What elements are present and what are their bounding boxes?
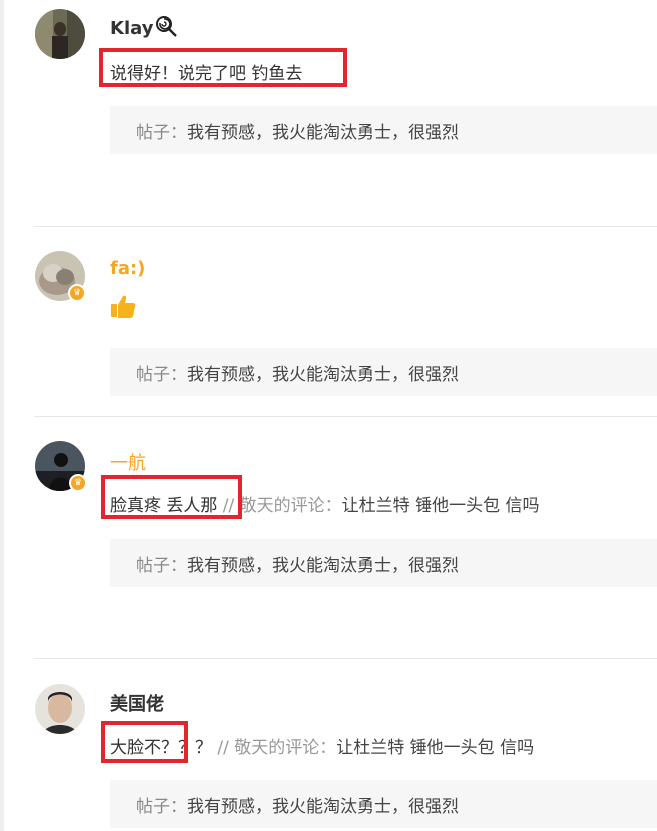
vip-badge-icon: ♛ (69, 474, 87, 492)
lollipop-icon (155, 15, 178, 42)
post-prefix: 帖子： (136, 365, 187, 385)
post-reference[interactable]: 帖子：我有预感，我火能淘汰勇士，很强烈 (110, 539, 657, 587)
avatar[interactable] (35, 684, 85, 734)
divider (34, 226, 657, 227)
reply-text: 让杜兰特 锤他一头包 信吗 (341, 496, 540, 516)
reply-author[interactable]: 敬天的评论： (234, 738, 336, 758)
divider (34, 658, 657, 659)
reply-text: 让杜兰特 锤他一头包 信吗 (336, 738, 535, 758)
avatar[interactable] (35, 9, 85, 59)
post-title[interactable]: 我有预感，我火能淘汰勇士，很强烈 (187, 556, 459, 576)
username[interactable]: 一航 (110, 449, 146, 475)
highlight-box (101, 475, 242, 519)
username[interactable]: fa:) (110, 258, 145, 279)
post-title[interactable]: 我有预感，我火能淘汰勇士，很强烈 (187, 797, 459, 817)
highlight-box (99, 48, 347, 87)
username[interactable]: Klay (110, 15, 178, 42)
post-prefix: 帖子： (136, 797, 187, 817)
post-title[interactable]: 我有预感，我火能淘汰勇士，很强烈 (187, 365, 459, 385)
thumbs-up-emoji-icon (110, 293, 136, 324)
reply-author[interactable]: 敬天的评论： (240, 496, 342, 516)
left-border (0, 0, 4, 831)
reply-separator: // (212, 738, 235, 758)
highlight-box (101, 721, 188, 763)
vip-badge-icon: ♛ (68, 284, 86, 302)
post-title[interactable]: 我有预感，我火能淘汰勇士，很强烈 (187, 123, 459, 143)
post-reference[interactable]: 帖子：我有预感，我火能淘汰勇士，很强烈 (110, 348, 657, 396)
post-prefix: 帖子： (136, 556, 187, 576)
post-reference[interactable]: 帖子：我有预感，我火能淘汰勇士，很强烈 (110, 106, 657, 154)
post-reference[interactable]: 帖子：我有预感，我火能淘汰勇士，很强烈 (110, 780, 657, 828)
divider (34, 416, 657, 417)
post-prefix: 帖子： (136, 123, 187, 143)
username[interactable]: 美国佬 (110, 690, 164, 716)
